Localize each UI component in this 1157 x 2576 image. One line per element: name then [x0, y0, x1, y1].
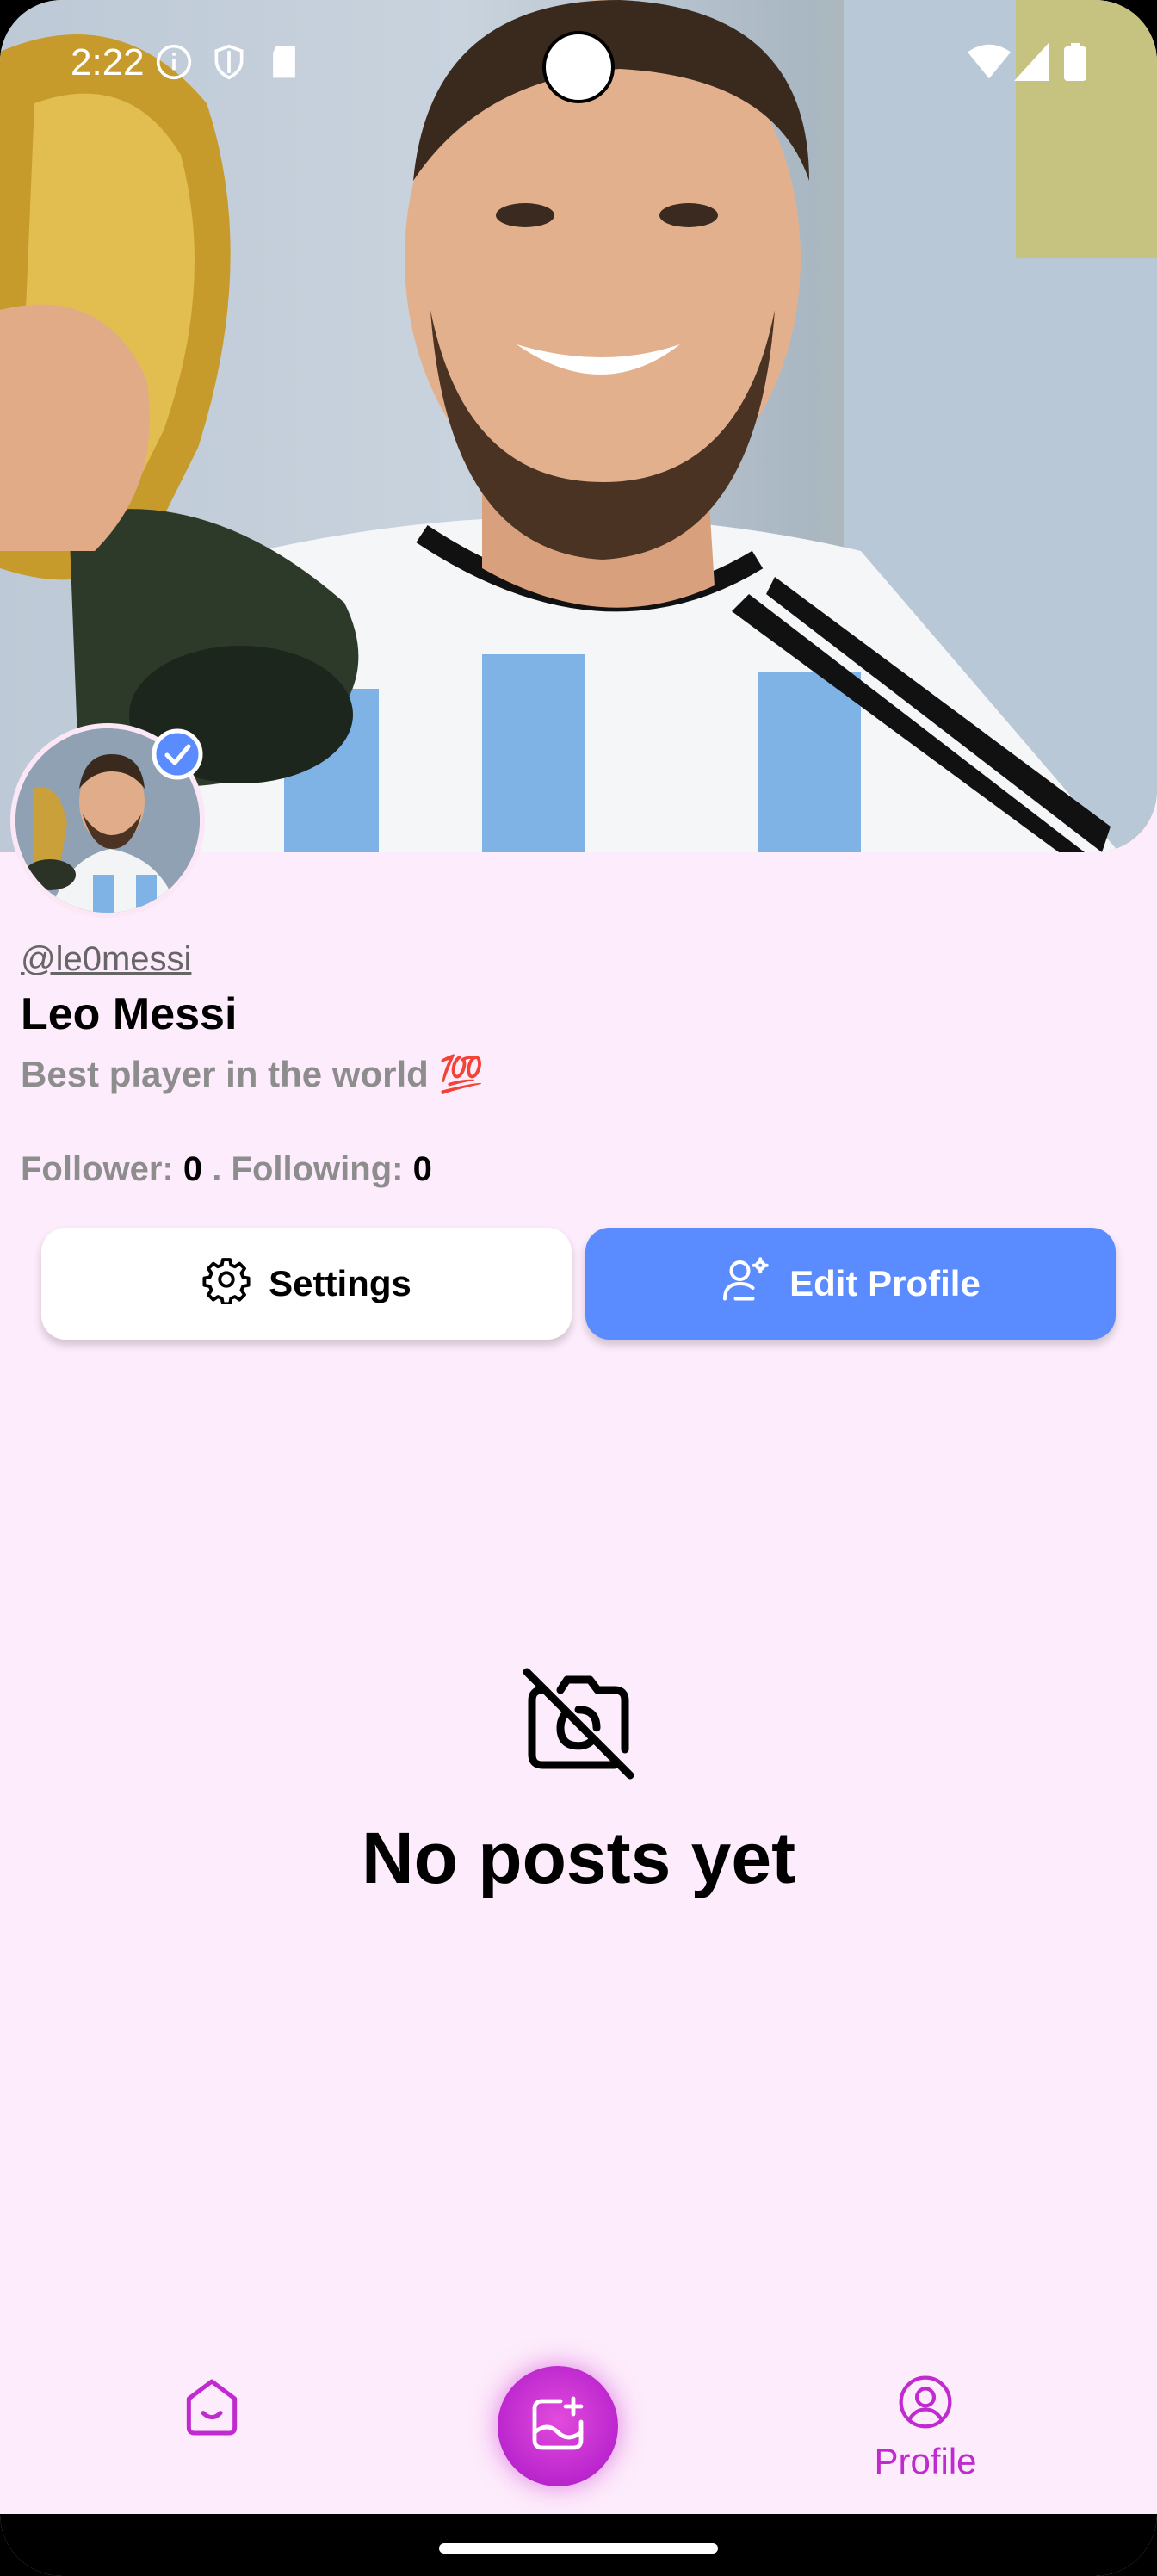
follow-stats: Follower: 0 . Following: 0 — [21, 1150, 432, 1189]
empty-state-message: No posts yet — [361, 1817, 796, 1898]
add-photo-icon — [527, 2393, 589, 2460]
home-icon — [177, 2379, 246, 2445]
profile-name: Leo Messi — [21, 989, 238, 1039]
settings-button[interactable]: Settings — [41, 1228, 572, 1340]
status-time: 2:22 — [71, 41, 145, 84]
nav-home-button[interactable] — [177, 2373, 246, 2446]
edit-profile-button[interactable]: Edit Profile — [585, 1228, 1116, 1340]
following-label: Following: — [231, 1150, 404, 1188]
wifi-icon — [968, 43, 1011, 85]
verified-badge-icon — [152, 728, 203, 780]
cover-photo-illustration — [0, 0, 1157, 852]
edit-profile-button-label: Edit Profile — [789, 1263, 981, 1303]
following-count[interactable]: 0 — [413, 1150, 432, 1188]
signal-icon — [1014, 43, 1049, 85]
add-post-button[interactable] — [498, 2366, 618, 2486]
nav-profile-button[interactable]: Profile — [861, 2373, 990, 2482]
no-camera-icon — [517, 1662, 640, 1790]
info-icon — [155, 43, 193, 85]
profile-icon — [896, 2375, 955, 2435]
profile-bio: Best player in the world 💯 — [21, 1054, 484, 1094]
profile-handle[interactable]: @le0messi — [21, 940, 191, 979]
follower-count[interactable]: 0 — [183, 1150, 202, 1188]
status-bar: 2:22 — [0, 0, 1157, 121]
cover-photo[interactable] — [0, 0, 1157, 852]
settings-button-label: Settings — [269, 1263, 411, 1303]
phone-screen: 2:22 @le0messi Leo Messi Best player in … — [0, 0, 1157, 2576]
stats-separator: . — [212, 1150, 222, 1188]
follower-label: Follower: — [21, 1150, 174, 1188]
home-indicator[interactable] — [439, 2543, 718, 2554]
battery-icon — [1064, 43, 1086, 85]
shield-icon — [210, 43, 248, 85]
nav-profile-label: Profile — [874, 2441, 977, 2481]
gear-icon — [201, 1254, 251, 1313]
user-settings-icon — [721, 1254, 772, 1314]
sd-card-icon — [267, 43, 301, 85]
